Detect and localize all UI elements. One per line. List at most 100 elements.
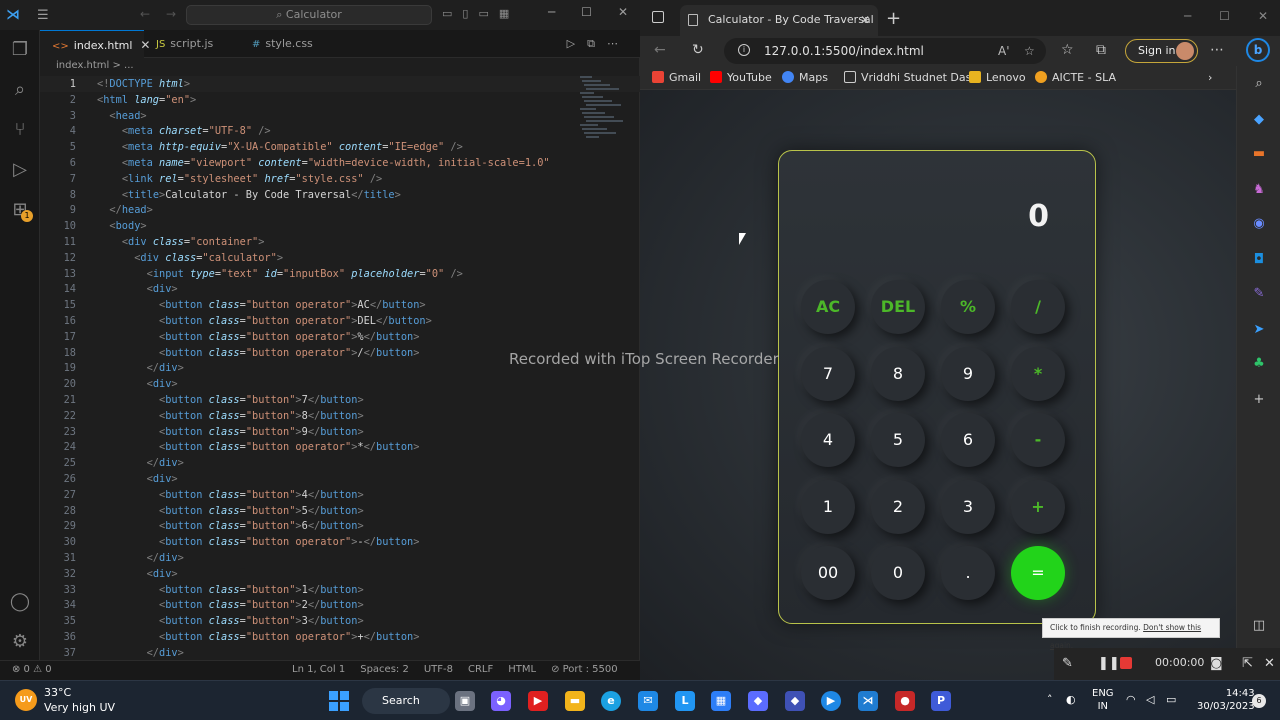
tab-style-css[interactable]: # style.css bbox=[240, 30, 340, 58]
source-control-icon[interactable]: ⑂ bbox=[8, 118, 32, 142]
code-line[interactable]: 7 <link rel="stylesheet" href="style.css… bbox=[40, 171, 640, 187]
calc-button[interactable]: = bbox=[1011, 546, 1065, 600]
calculator-display[interactable]: 0 bbox=[1028, 199, 1049, 234]
calc-button[interactable]: AC bbox=[801, 280, 855, 334]
close-icon[interactable]: ✕ bbox=[1258, 9, 1268, 23]
tab-actions-icon[interactable] bbox=[652, 11, 664, 23]
mail-icon[interactable]: ✉ bbox=[638, 691, 658, 711]
calc-button[interactable]: DEL bbox=[871, 280, 925, 334]
menu-icon[interactable]: ☰ bbox=[37, 8, 49, 23]
tree-icon[interactable]: ♣ bbox=[1251, 356, 1267, 372]
settings-gear-icon[interactable]: ⚙ bbox=[8, 630, 32, 654]
live-server-port[interactable]: ⊘ Port : 5500 bbox=[551, 664, 618, 675]
minimize-icon[interactable]: ─ bbox=[548, 5, 555, 19]
start-button[interactable] bbox=[329, 691, 349, 711]
minimap[interactable] bbox=[580, 76, 630, 146]
calc-button[interactable]: * bbox=[1011, 346, 1065, 401]
favorite-star-icon[interactable]: ☆ bbox=[1024, 38, 1035, 64]
new-tab-icon[interactable]: + bbox=[886, 8, 901, 29]
bookmark-vriddhi[interactable]: Vriddhi Studnet Das... bbox=[844, 70, 982, 86]
tab-index-html[interactable]: <> index.html ✕ bbox=[40, 30, 150, 58]
drop-icon[interactable]: ✎ bbox=[1251, 286, 1267, 302]
close-icon[interactable]: ✕ bbox=[618, 5, 628, 19]
tray-app-icon[interactable]: ◐ bbox=[1066, 693, 1076, 706]
code-line[interactable]: 27 <button class="button">4</button> bbox=[40, 487, 640, 503]
end-of-line[interactable]: CRLF bbox=[468, 664, 493, 675]
code-line[interactable]: 3 <head> bbox=[40, 108, 640, 124]
tools-icon[interactable]: ▬ bbox=[1251, 146, 1267, 162]
volume-icon[interactable]: ◁ bbox=[1146, 693, 1154, 706]
calc-button[interactable]: 1 bbox=[801, 479, 855, 534]
app-icon[interactable]: ◆ bbox=[785, 691, 805, 711]
code-line[interactable]: 24 <button class="button operator">*</bu… bbox=[40, 439, 640, 455]
bookmark-youtube[interactable]: YouTube bbox=[710, 70, 772, 86]
calc-button[interactable]: 0 bbox=[871, 546, 925, 600]
code-line[interactable]: 14 <div> bbox=[40, 281, 640, 297]
refresh-icon[interactable]: ↻ bbox=[692, 42, 704, 58]
calc-button[interactable]: 5 bbox=[871, 413, 925, 467]
bookmarks-overflow-icon[interactable]: › bbox=[1208, 70, 1212, 86]
calc-button[interactable]: 7 bbox=[801, 346, 855, 401]
code-line[interactable]: 30 <button class="button operator">-</bu… bbox=[40, 534, 640, 550]
p-app-icon[interactable]: P bbox=[931, 691, 951, 711]
task-view-icon[interactable]: ▣ bbox=[455, 691, 475, 711]
weather-icon[interactable]: UV bbox=[15, 689, 37, 711]
code-line[interactable]: 29 <button class="button">6</button> bbox=[40, 518, 640, 534]
explorer-icon[interactable]: ❐ bbox=[8, 38, 32, 62]
code-line[interactable]: 13 <input type="text" id="inputBox" plac… bbox=[40, 266, 640, 282]
wifi-icon[interactable]: ◠ bbox=[1126, 693, 1136, 706]
collections-icon[interactable]: ⧉ bbox=[1096, 42, 1106, 58]
code-line[interactable]: 16 <button class="button operator">DEL</… bbox=[40, 313, 640, 329]
close-icon[interactable]: ✕ bbox=[1264, 656, 1275, 671]
code-line[interactable]: 21 <button class="button">7</button> bbox=[40, 392, 640, 408]
pause-icon[interactable]: ❚❚ bbox=[1098, 656, 1120, 671]
bookmark-lenovo[interactable]: Lenovo bbox=[969, 70, 1026, 86]
breadcrumb[interactable]: index.html > ... bbox=[56, 60, 134, 76]
problems-indicator[interactable]: ⊗ 0 ⚠ 0 bbox=[12, 664, 52, 675]
code-line[interactable]: 5 <meta http-equiv="X-UA-Compatible" con… bbox=[40, 139, 640, 155]
sign-in-button[interactable]: Sign in bbox=[1125, 39, 1198, 63]
tray-overflow-icon[interactable]: ˄ bbox=[1047, 693, 1053, 706]
search-icon[interactable]: ⌕ bbox=[8, 78, 32, 102]
layout-toggle-icons[interactable]: ▭▯▭▦ bbox=[442, 7, 519, 20]
cursor-position[interactable]: Ln 1, Col 1 bbox=[292, 664, 345, 675]
maximize-icon[interactable]: ☐ bbox=[581, 5, 592, 19]
indentation[interactable]: Spaces: 2 bbox=[360, 664, 409, 675]
bookmark-gmail[interactable]: Gmail bbox=[652, 70, 701, 86]
site-info-icon[interactable]: i bbox=[738, 44, 750, 56]
search-icon[interactable]: ⌕ bbox=[1251, 76, 1267, 92]
code-line[interactable]: 32 <div> bbox=[40, 566, 640, 582]
language-indicator[interactable]: ENG IN bbox=[1092, 687, 1114, 713]
code-line[interactable]: 15 <button class="button operator">AC</b… bbox=[40, 297, 640, 313]
weather-desc[interactable]: Very high UV bbox=[44, 701, 115, 714]
code-line[interactable]: 9 </head> bbox=[40, 202, 640, 218]
editor-actions[interactable]: ▷⧉⋯ bbox=[567, 37, 630, 51]
code-line[interactable]: 35 <button class="button">3</button> bbox=[40, 613, 640, 629]
read-aloud-icon[interactable]: Aꞌ bbox=[998, 38, 1010, 64]
games-icon[interactable]: ♞ bbox=[1251, 182, 1267, 198]
code-line[interactable]: 4 <meta charset="UTF-8" /> bbox=[40, 123, 640, 139]
calc-button[interactable]: . bbox=[941, 546, 995, 600]
maximize-icon[interactable]: ☐ bbox=[1219, 9, 1230, 23]
close-tab-icon[interactable]: ✕ bbox=[860, 5, 870, 35]
outlook-icon[interactable]: ◘ bbox=[1251, 252, 1267, 268]
code-line[interactable]: 34 <button class="button">2</button> bbox=[40, 597, 640, 613]
send-icon[interactable]: ➤ bbox=[1251, 322, 1267, 338]
vscode-taskbar-icon[interactable]: ⋊ bbox=[858, 691, 878, 711]
bookmark-maps[interactable]: Maps bbox=[782, 70, 828, 86]
l-app-icon[interactable]: L bbox=[675, 691, 695, 711]
camera-icon[interactable]: ◙ bbox=[1210, 656, 1223, 671]
calc-button[interactable]: 8 bbox=[871, 346, 925, 401]
code-line[interactable]: 22 <button class="button">8</button> bbox=[40, 408, 640, 424]
code-line[interactable]: 12 <div class="calculator"> bbox=[40, 250, 640, 266]
weather-temp[interactable]: 33°C bbox=[44, 686, 71, 699]
battery-icon[interactable]: ▭ bbox=[1166, 693, 1176, 706]
code-line[interactable]: 28 <button class="button">5</button> bbox=[40, 503, 640, 519]
code-line[interactable]: 8 <title>Calculator - By Code Traversal<… bbox=[40, 187, 640, 203]
code-line[interactable]: 31 </div> bbox=[40, 550, 640, 566]
minimize-icon[interactable]: ─ bbox=[1184, 9, 1191, 23]
store-icon[interactable]: ▦ bbox=[711, 691, 731, 711]
calc-button[interactable]: / bbox=[1011, 280, 1065, 334]
code-line[interactable]: 20 <div> bbox=[40, 376, 640, 392]
code-line[interactable]: 10 <body> bbox=[40, 218, 640, 234]
